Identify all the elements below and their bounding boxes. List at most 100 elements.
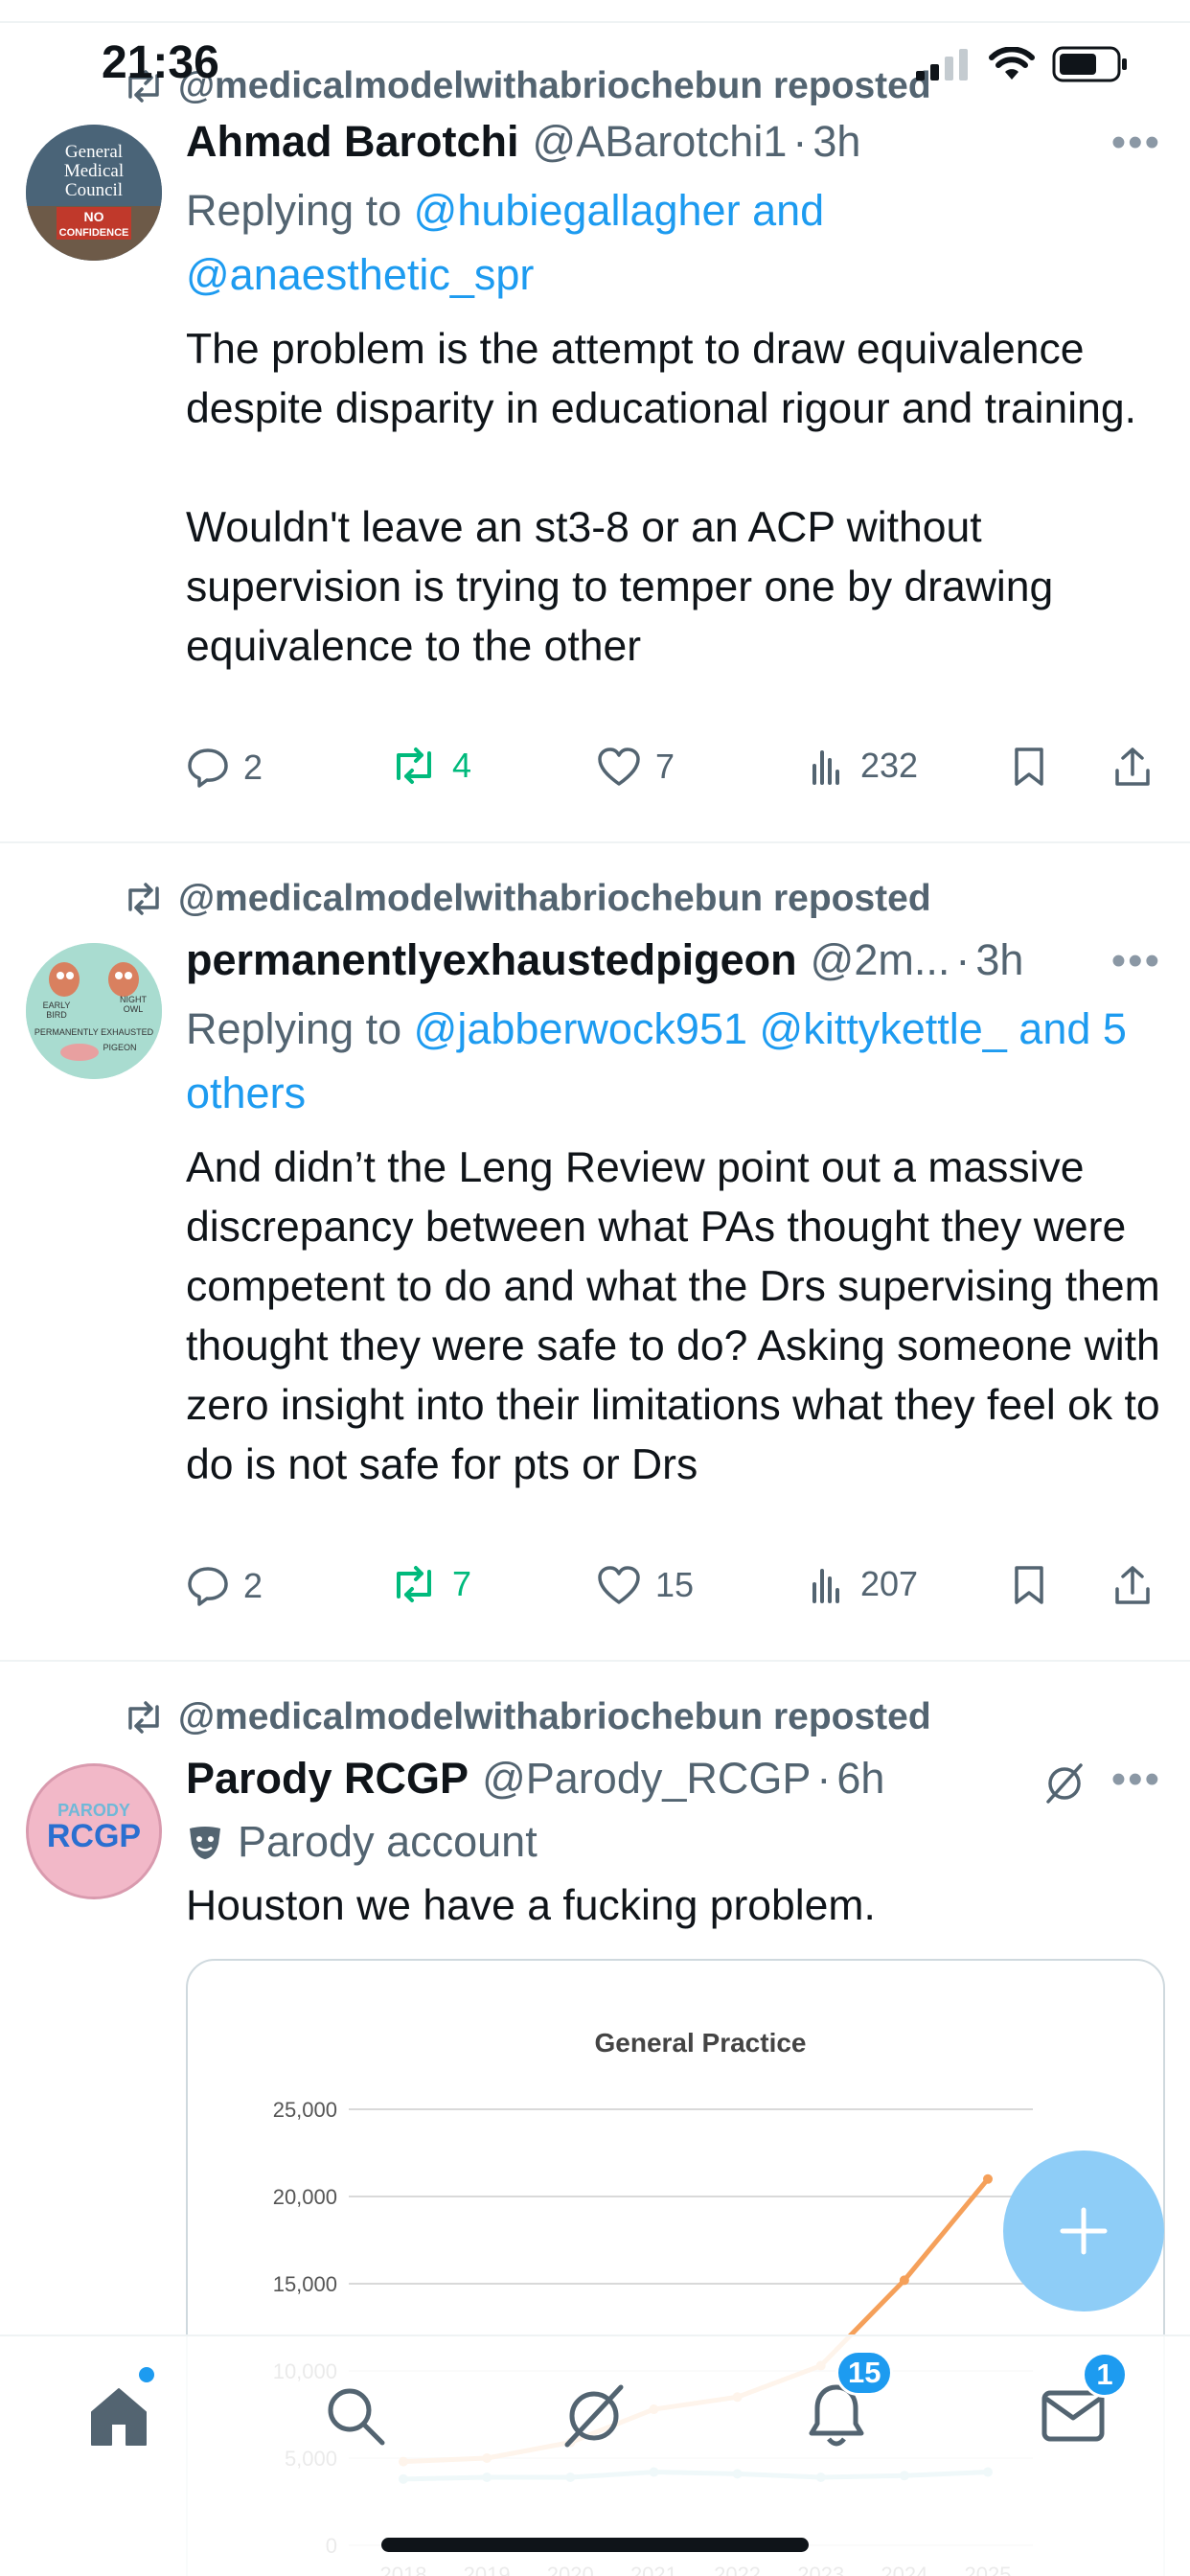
more-options-icon[interactable]: ••• — [1111, 1756, 1161, 1804]
reply-context: Replying to @jabberwock951 @kittykettle_… — [186, 997, 1154, 1125]
bookmark-button[interactable] — [1012, 746, 1046, 788]
tweet-text: And didn’t the Leng Review point out a m… — [186, 1144, 1173, 1488]
author-handle[interactable]: @Parody_RCGP — [482, 1754, 811, 1804]
svg-text:CONFIDENCE: CONFIDENCE — [59, 227, 129, 239]
search-icon — [328, 2388, 385, 2446]
like-count: 7 — [655, 747, 675, 786]
share-icon — [1115, 1566, 1150, 1604]
repost-button[interactable]: 4 — [389, 746, 471, 786]
views-count: 207 — [860, 1564, 919, 1603]
avatar[interactable]: PARODY RCGP — [26, 1763, 162, 1899]
tab-messages[interactable]: 1 — [1030, 2352, 1128, 2459]
tweet-text: Houston we have a fucking problem. — [186, 1882, 876, 1929]
parody-label: Parody account — [186, 1817, 538, 1867]
svg-text:PARODY: PARODY — [57, 1801, 130, 1820]
avatar-image: PARODY RCGP — [29, 1766, 159, 1897]
share-button[interactable] — [1111, 746, 1154, 788]
reply-button[interactable]: 2 — [186, 1564, 263, 1608]
parody-mask-icon — [190, 1827, 220, 1859]
home-indicator — [381, 2538, 809, 2552]
y-tick-label: 15,000 — [273, 2272, 337, 2296]
svg-text:OWL: OWL — [124, 1004, 144, 1014]
separator-dot: · — [816, 1754, 832, 1803]
chart-title: General Practice — [594, 2028, 806, 2058]
views-button[interactable]: 232 — [809, 746, 918, 786]
svg-text:Council: Council — [65, 180, 123, 200]
status-bar: 21:36 — [0, 0, 1190, 125]
views-icon — [812, 1569, 839, 1603]
svg-text:PIGEON: PIGEON — [103, 1043, 136, 1052]
y-tick-label: 25,000 — [273, 2098, 337, 2122]
reply-button[interactable]: 2 — [186, 746, 263, 790]
repost-indicator: @medicalmodelwithabriochebun reposted — [123, 878, 931, 920]
tweet-text: The problem is the attempt to draw equiv… — [186, 326, 1136, 670]
author-handle[interactable]: @2m... — [811, 935, 950, 985]
repost-icon — [128, 883, 159, 915]
like-count: 15 — [655, 1565, 695, 1604]
svg-text:EARLY: EARLY — [43, 1000, 71, 1010]
cellular-signal-icon — [916, 49, 968, 80]
bookmark-icon — [1015, 1566, 1043, 1604]
repost-indicator: @medicalmodelwithabriochebun reposted — [123, 1696, 931, 1738]
repost-count: 4 — [452, 746, 472, 785]
repost-button[interactable]: 7 — [389, 1564, 471, 1604]
tweet-1[interactable]: @medicalmodelwithabriochebun reposted Ge… — [0, 21, 1190, 841]
author-name[interactable]: Parody RCGP — [186, 1754, 469, 1804]
share-icon — [1115, 748, 1150, 786]
tweet-header: Parody RCGP @Parody_RCGP · 6h — [186, 1754, 1152, 1804]
views-button[interactable]: 207 — [809, 1564, 918, 1604]
grok-icon — [564, 2384, 624, 2448]
more-options-icon[interactable]: ••• — [1111, 937, 1161, 985]
share-button[interactable] — [1111, 1564, 1154, 1606]
y-tick-label: 20,000 — [273, 2185, 337, 2209]
tweet-actions: 2 7 15 207 — [186, 1564, 1171, 1631]
tab-notifications[interactable]: 15 — [793, 2350, 894, 2459]
svg-text:NIGHT: NIGHT — [120, 995, 148, 1004]
repost-action-icon — [397, 1566, 431, 1602]
repost-icon — [128, 1701, 159, 1734]
wifi-icon — [989, 47, 1035, 80]
avatar[interactable]: EARLY BIRD NIGHT OWL PERMANENTLY EXHAUST… — [26, 943, 162, 1079]
author-name[interactable]: permanentlyexhaustedpigeon — [186, 935, 797, 985]
avatar[interactable]: General Medical Council NO CONFIDENCE — [26, 125, 162, 261]
svg-text:Medical: Medical — [64, 161, 124, 181]
bookmark-icon — [1015, 748, 1043, 786]
tweet-2[interactable]: @medicalmodelwithabriochebun reposted EA… — [0, 841, 1190, 1660]
compose-button[interactable] — [1003, 2150, 1164, 2312]
tab-search[interactable] — [312, 2373, 399, 2459]
tab-home[interactable] — [76, 2367, 162, 2459]
like-button[interactable]: 15 — [596, 1564, 694, 1606]
reply-count: 2 — [243, 1566, 263, 1605]
status-icons — [916, 46, 1129, 82]
svg-text:PERMANENTLY EXHAUSTED: PERMANENTLY EXHAUSTED — [34, 1027, 154, 1037]
repost-text: @medicalmodelwithabriochebun reposted — [178, 1696, 931, 1737]
more-options-icon[interactable]: ••• — [1111, 119, 1161, 167]
views-count: 232 — [860, 746, 919, 785]
tab-grok[interactable] — [551, 2373, 637, 2459]
separator-dot: · — [955, 935, 971, 984]
repost-text: @medicalmodelwithabriochebun reposted — [178, 878, 931, 919]
reply-icon — [188, 1567, 228, 1606]
svg-text:NO: NO — [84, 209, 104, 224]
home-icon — [91, 2388, 147, 2446]
reply-count: 2 — [243, 748, 263, 787]
svg-text:General: General — [65, 142, 123, 162]
svg-text:BIRD: BIRD — [46, 1010, 67, 1020]
grok-icon[interactable] — [1042, 1761, 1087, 1806]
messages-badge: 1 — [1082, 2352, 1128, 2398]
bookmark-button[interactable] — [1012, 1564, 1046, 1606]
heart-icon — [598, 748, 640, 786]
tweet-actions: 2 4 7 232 — [186, 746, 1171, 813]
avatar-image: EARLY BIRD NIGHT OWL PERMANENTLY EXHAUST… — [26, 943, 162, 1079]
tweet-time: 6h — [836, 1754, 885, 1803]
battery-icon — [1052, 46, 1127, 82]
parody-label-text: Parody account — [238, 1817, 538, 1866]
like-button[interactable]: 7 — [596, 746, 675, 788]
series-1-point — [899, 2275, 909, 2286]
home-unread-dot — [139, 2367, 154, 2382]
tweet-time: 3h — [975, 935, 1024, 984]
series-1-point — [983, 2174, 993, 2184]
notifications-badge: 15 — [835, 2350, 894, 2396]
tweet-header: permanentlyexhaustedpigeon @2m... · 3h — [186, 935, 1152, 985]
repost-count: 7 — [452, 1564, 472, 1603]
